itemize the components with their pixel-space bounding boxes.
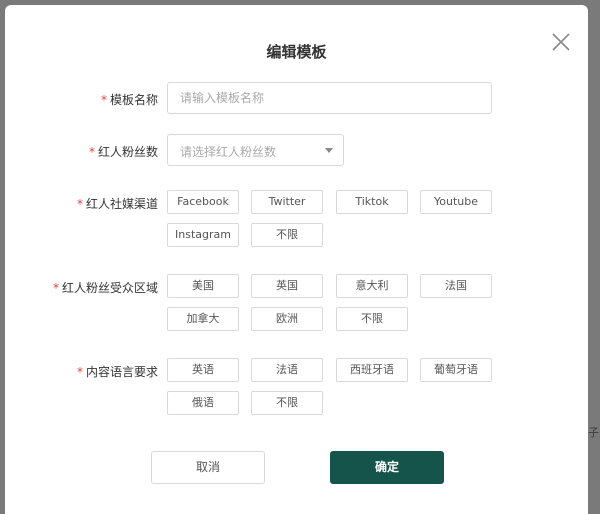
language-option-spanish[interactable]: 西班牙语 [336, 358, 408, 382]
channels-options: Facebook Twitter Tiktok Youtube Instagra… [167, 190, 527, 250]
field-regions: * 红人粉丝受众区域 美国 英国 意大利 法国 加拿大 欧洲 不限 [5, 274, 588, 334]
languages-options: 英语 法语 西班牙语 葡萄牙语 俄语 不限 [167, 358, 527, 418]
close-button[interactable] [550, 31, 572, 53]
regions-label: * 红人粉丝受众区域 [53, 279, 158, 296]
regions-options: 美国 英国 意大利 法国 加拿大 欧洲 不限 [167, 274, 527, 334]
fans-count-select[interactable]: 请选择红人粉丝数 [167, 134, 344, 166]
field-template-name: * 模板名称 [5, 82, 588, 115]
region-option-italy[interactable]: 意大利 [336, 274, 408, 298]
cancel-button[interactable]: 取消 [151, 451, 265, 484]
close-icon [552, 33, 570, 51]
required-mark: * [52, 281, 59, 295]
region-option-europe[interactable]: 欧洲 [251, 307, 323, 331]
confirm-button[interactable]: 确定 [330, 451, 444, 484]
channel-option-facebook[interactable]: Facebook [167, 190, 239, 214]
channel-option-instagram[interactable]: Instagram [167, 223, 239, 247]
language-option-english[interactable]: 英语 [167, 358, 239, 382]
channels-label-text: 红人社媒渠道 [85, 197, 158, 211]
region-option-canada[interactable]: 加拿大 [167, 307, 239, 331]
channel-option-tiktok[interactable]: Tiktok [336, 190, 408, 214]
channel-option-twitter[interactable]: Twitter [251, 190, 323, 214]
fans-count-placeholder: 请选择红人粉丝数 [180, 145, 277, 159]
dialog-title: 编辑模板 [266, 43, 327, 61]
required-mark: * [100, 93, 107, 107]
language-option-unlimited[interactable]: 不限 [251, 391, 323, 415]
required-mark: * [76, 365, 83, 379]
languages-label: * 内容语言要求 [77, 363, 158, 380]
region-option-france[interactable]: 法国 [420, 274, 492, 298]
language-option-portuguese[interactable]: 葡萄牙语 [420, 358, 492, 382]
field-languages: * 内容语言要求 英语 法语 西班牙语 葡萄牙语 俄语 不限 [5, 358, 588, 418]
region-option-unlimited[interactable]: 不限 [336, 307, 408, 331]
caret-down-icon [325, 148, 333, 153]
language-option-russian[interactable]: 俄语 [167, 391, 239, 415]
language-option-french[interactable]: 法语 [251, 358, 323, 382]
region-option-usa[interactable]: 美国 [167, 274, 239, 298]
channel-option-unlimited[interactable]: 不限 [251, 223, 323, 247]
channels-label: * 红人社媒渠道 [77, 195, 158, 212]
languages-label-text: 内容语言要求 [85, 365, 158, 379]
region-option-uk[interactable]: 英国 [251, 274, 323, 298]
background-text-fragment: 子 [588, 426, 599, 439]
edit-template-dialog: 编辑模板 *模板名称 *红人粉丝数 请选择红人粉丝数 *红人社媒渠道 Faceb… [5, 5, 588, 514]
required-mark: * [88, 145, 95, 159]
fans-count-label: * 红人粉丝数 [89, 143, 158, 160]
regions-label-text: 红人粉丝受众区域 [61, 281, 158, 295]
field-channels: * 红人社媒渠道 Facebook Twitter Tiktok Youtube … [5, 190, 588, 250]
fans-count-label-text: 红人粉丝数 [97, 145, 158, 159]
template-name-label: * 模板名称 [101, 91, 158, 108]
field-fans-count: * 红人粉丝数 请选择红人粉丝数 [5, 134, 588, 167]
required-mark: * [76, 197, 83, 211]
template-name-label-text: 模板名称 [109, 93, 158, 107]
template-name-input[interactable] [167, 82, 492, 114]
channel-option-youtube[interactable]: Youtube [420, 190, 492, 214]
